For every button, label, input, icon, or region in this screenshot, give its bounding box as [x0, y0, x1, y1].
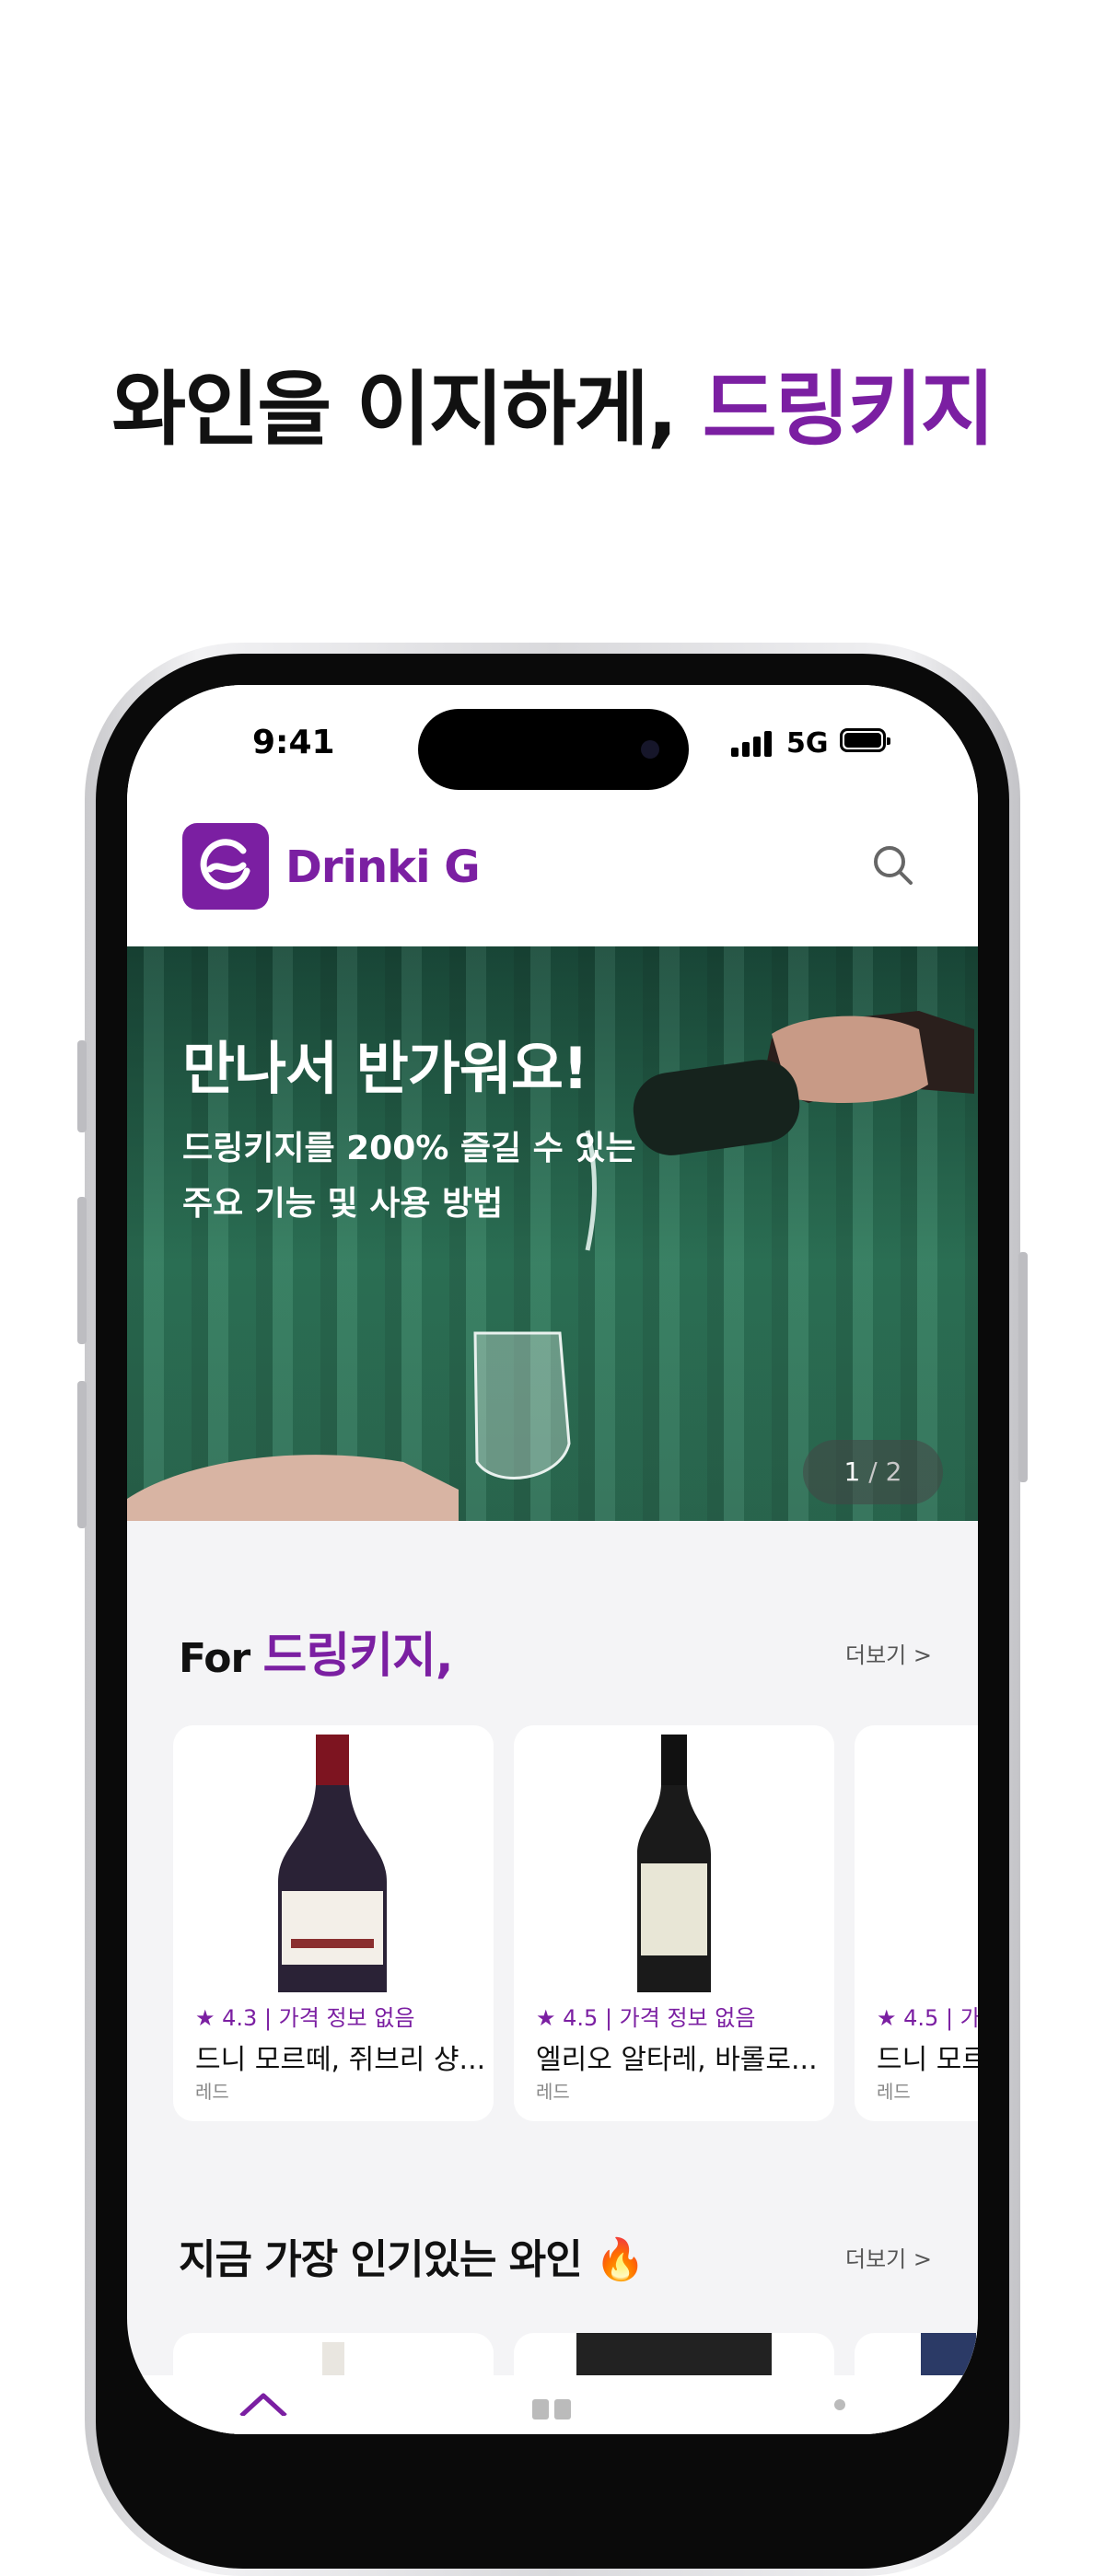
status-bar: 9:41 5G: [127, 685, 978, 814]
banner-subtitle-line2: 주요 기능 및 사용 방법: [182, 1185, 504, 1223]
wine-card-type: 레드: [877, 2081, 911, 2103]
headline: 와인을 이지하게, 드링키지: [0, 354, 1105, 465]
action-button: [77, 1040, 87, 1132]
wine-bottle-image: [278, 1735, 387, 1992]
wine-card-meta: ★ 4.3 | 가격 정보 없음: [195, 2005, 415, 2031]
section-title-accent: 드링키지,: [262, 1629, 454, 1684]
hero-banner[interactable]: 만나서 반가워요! 드링키지를 200% 즐길 수 있는 주요 기능 및 사용 …: [127, 946, 978, 1521]
pager-total: / 2: [860, 1456, 902, 1487]
banner-subtitle-line1: 드링키지를 200% 즐길 수 있는: [182, 1130, 636, 1167]
pager-current: 1: [843, 1456, 861, 1487]
app-logo-icon[interactable]: [182, 823, 269, 910]
tab-profile-icon[interactable]: [821, 2392, 858, 2419]
wine-card[interactable]: ★ 4.3 | 가격 정보 없음 드니 모르떼, 쥐브리 샹... 레드: [173, 1725, 494, 2121]
power-button: [1018, 1252, 1028, 1482]
status-time: 9:41: [252, 724, 335, 761]
section-for-you-title: For 드링키지,: [179, 1617, 454, 1686]
headline-brand: 드링키지: [702, 362, 995, 457]
app-bar: Drinki G: [127, 814, 978, 946]
wine-card-name: 드니 모르: [877, 2044, 978, 2076]
tab-home-icon[interactable]: [236, 2388, 291, 2416]
wine-card[interactable]: ★ 4.5 | 가격 정보 없음 엘리오 알타레, 바롤로... 레드: [514, 1725, 834, 2121]
more-button[interactable]: 더보기 >: [845, 1637, 932, 1669]
network-label: 5G: [786, 727, 829, 760]
wine-card-type: 레드: [536, 2081, 570, 2103]
section-title-prefix: For: [179, 1635, 263, 1682]
search-icon[interactable]: [866, 838, 921, 893]
phone-screen: 9:41 5G Drinki G 만나서 반가워요! 드링키지를 200% 즐길…: [127, 685, 978, 2434]
wine-card-name: 엘리오 알타레, 바롤로...: [536, 2044, 818, 2076]
signal-icon: [731, 731, 775, 757]
tab-bar: [127, 2375, 978, 2434]
more-button[interactable]: 더보기 >: [845, 2241, 932, 2273]
wine-card-name: 드니 모르떼, 쥐브리 샹...: [195, 2044, 486, 2076]
wine-bottle-image: [637, 1735, 711, 1992]
banner-pager: 1 / 2: [803, 1440, 943, 1504]
banner-title: 만나서 반가워요!: [182, 1035, 588, 1102]
battery-icon: [840, 728, 890, 752]
wine-card-type: 레드: [195, 2081, 229, 2103]
section-popular-title: 지금 가장 인기있는 와인 🔥: [179, 2236, 646, 2283]
camera-icon: [641, 740, 659, 759]
tab-explore-icon[interactable]: [525, 2392, 580, 2419]
wine-card[interactable]: ★ 4.5 | 가 드니 모르 레드: [855, 1725, 978, 2121]
headline-prefix: 와인을 이지하게,: [111, 362, 703, 457]
app-logo-text[interactable]: Drinki G: [285, 841, 481, 893]
dynamic-island: [418, 709, 689, 790]
wine-card-meta: ★ 4.5 | 가: [877, 2005, 978, 2031]
volume-up-button: [77, 1197, 87, 1344]
volume-down-button: [77, 1381, 87, 1528]
wine-card-meta: ★ 4.5 | 가격 정보 없음: [536, 2005, 756, 2031]
